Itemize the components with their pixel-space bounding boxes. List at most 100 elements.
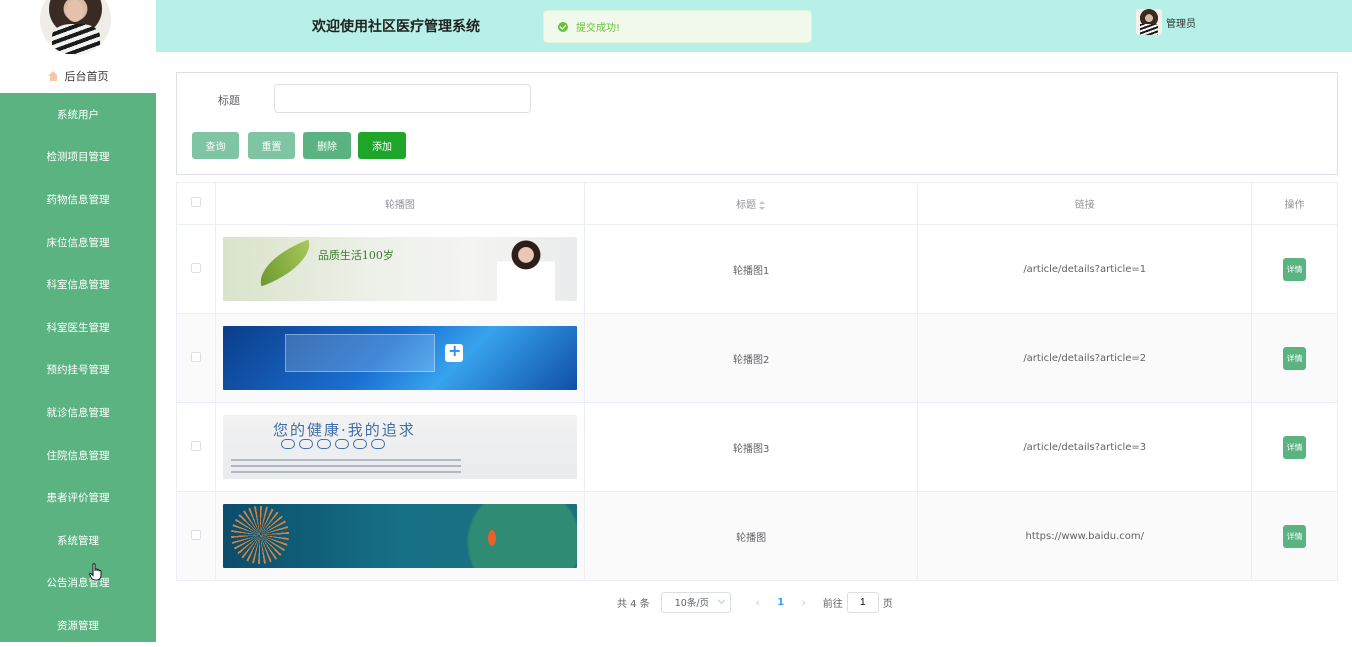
table-row: 轮播图 https://www.baidu.com/ 详情 bbox=[176, 491, 1338, 581]
column-header-link: 链接 bbox=[917, 182, 1253, 225]
table-row: 轮播图2 /article/details?article=2 详情 bbox=[176, 313, 1338, 403]
hand-cursor-icon bbox=[89, 563, 102, 581]
sidebar: 后台首页 系统用户 检测项目管理 药物信息管理 床位信息管理 科室信息管理 科室… bbox=[0, 0, 156, 642]
column-header-image: 轮播图 bbox=[214, 182, 585, 225]
sort-icon[interactable] bbox=[759, 200, 766, 210]
row-select-cell bbox=[176, 491, 216, 581]
title-filter-label: 标题 bbox=[218, 94, 240, 107]
column-header-action: 操作 bbox=[1251, 182, 1338, 225]
banner-badges bbox=[280, 439, 385, 449]
column-header-title[interactable]: 标题 bbox=[583, 182, 919, 225]
next-page-button[interactable]: › bbox=[793, 596, 815, 609]
sidebar-menu: 系统用户 检测项目管理 药物信息管理 床位信息管理 科室信息管理 科室医生管理 … bbox=[0, 93, 156, 642]
sidebar-item-doctors[interactable]: 科室医生管理 bbox=[0, 306, 156, 349]
prev-page-button[interactable]: ‹ bbox=[747, 596, 769, 609]
title-filter-input[interactable] bbox=[274, 84, 531, 113]
action-cell: 详情 bbox=[1251, 491, 1338, 581]
table-row: 品质生活100岁 轮播图1 /article/details?article=1… bbox=[176, 224, 1338, 314]
action-cell: 详情 bbox=[1251, 313, 1338, 403]
link-cell: /article/details?article=1 bbox=[917, 224, 1253, 314]
detail-button[interactable]: 详情 bbox=[1283, 257, 1307, 281]
sidebar-item-test-items[interactable]: 检测项目管理 bbox=[0, 136, 156, 179]
doctor-graphic bbox=[496, 237, 555, 301]
banner-text: 您的健康·我的追求 bbox=[272, 421, 416, 439]
pagination: 共 4 条 10条/页 ‹ 1 › 前往 页 bbox=[617, 591, 893, 613]
title-cell: 轮播图 bbox=[583, 491, 919, 581]
row-checkbox[interactable] bbox=[190, 262, 201, 273]
sidebar-item-announcements[interactable]: 公告消息管理 bbox=[0, 562, 156, 605]
avatar-face bbox=[66, 0, 84, 22]
row-select-cell bbox=[176, 402, 216, 492]
avatar-shirt bbox=[52, 24, 100, 54]
leaf-graphic bbox=[251, 239, 318, 287]
firework-graphic bbox=[230, 506, 289, 564]
banner-body-lines bbox=[230, 459, 461, 473]
sidebar-item-beds[interactable]: 床位信息管理 bbox=[0, 221, 156, 264]
banner-image: 您的健康·我的追求 bbox=[222, 415, 577, 479]
detail-button[interactable]: 详情 bbox=[1283, 524, 1307, 548]
select-all-checkbox[interactable] bbox=[190, 197, 201, 207]
link-cell: /article/details?article=3 bbox=[917, 402, 1253, 492]
home-icon bbox=[47, 71, 59, 81]
title-cell: 轮播图2 bbox=[583, 313, 919, 403]
page-suffix: 页 bbox=[882, 598, 893, 610]
sidebar-item-appointments[interactable]: 预约挂号管理 bbox=[0, 349, 156, 392]
sidebar-item-system[interactable]: 系统管理 bbox=[0, 519, 156, 562]
page-number[interactable]: 1 bbox=[769, 597, 793, 608]
search-panel: 标题 查询 重置 删除 添加 bbox=[176, 72, 1338, 175]
top-header: 欢迎使用社区医疗管理系统 提交成功! 管理员 bbox=[156, 0, 1352, 52]
success-toast: 提交成功! bbox=[543, 10, 812, 43]
sidebar-item-reviews[interactable]: 患者评价管理 bbox=[0, 476, 156, 519]
add-button[interactable]: 添加 bbox=[358, 132, 406, 159]
image-cell bbox=[214, 491, 585, 581]
check-circle-icon bbox=[558, 21, 568, 32]
detail-button[interactable]: 详情 bbox=[1283, 435, 1307, 459]
page-size-select[interactable]: 10条/页 bbox=[660, 591, 731, 613]
action-cell: 详情 bbox=[1251, 224, 1338, 314]
table-row: 您的健康·我的追求 轮播图3 /article/details?article=… bbox=[176, 402, 1338, 492]
link-cell: /article/details?article=2 bbox=[917, 313, 1253, 403]
goto-page-input[interactable] bbox=[846, 591, 879, 613]
image-cell: 品质生活100岁 bbox=[214, 224, 585, 314]
reset-button[interactable]: 重置 bbox=[248, 132, 295, 159]
user-avatar bbox=[1136, 9, 1162, 35]
banner-text: 品质生活100岁 bbox=[317, 249, 394, 262]
select-all-cell bbox=[176, 182, 216, 225]
carousel-table: 轮播图 标题 链接 操作 品质生活100岁 轮播图1 /article/deta… bbox=[176, 182, 1338, 581]
row-checkbox[interactable] bbox=[190, 351, 201, 362]
table-header-row: 轮播图 标题 链接 操作 bbox=[176, 182, 1338, 225]
medical-cross-icon bbox=[444, 341, 463, 362]
row-select-cell bbox=[176, 313, 216, 403]
sidebar-item-departments[interactable]: 科室信息管理 bbox=[0, 263, 156, 306]
boat-graphic bbox=[487, 530, 496, 546]
detail-button[interactable]: 详情 bbox=[1283, 346, 1307, 370]
sidebar-item-hospitalization[interactable]: 住院信息管理 bbox=[0, 434, 156, 477]
sidebar-item-system-users[interactable]: 系统用户 bbox=[0, 93, 156, 136]
banner-image bbox=[222, 504, 577, 568]
link-cell: https://www.baidu.com/ bbox=[917, 491, 1253, 581]
goto-label: 前往 bbox=[822, 598, 843, 610]
sidebar-item-resources[interactable]: 资源管理 bbox=[0, 604, 156, 647]
title-cell: 轮播图1 bbox=[583, 224, 919, 314]
page-size-value: 10条/页 bbox=[674, 598, 710, 609]
sidebar-home[interactable]: 后台首页 bbox=[0, 62, 156, 90]
sidebar-item-medicine[interactable]: 药物信息管理 bbox=[0, 178, 156, 221]
image-cell: 您的健康·我的追求 bbox=[214, 402, 585, 492]
page-title: 欢迎使用社区医疗管理系统 bbox=[312, 19, 480, 35]
banner-image: 品质生活100岁 bbox=[222, 237, 577, 301]
title-cell: 轮播图3 bbox=[583, 402, 919, 492]
total-count: 共 4 条 bbox=[617, 598, 650, 610]
user-menu[interactable]: 管理员 bbox=[1136, 9, 1196, 35]
row-checkbox[interactable] bbox=[190, 440, 201, 451]
query-button[interactable]: 查询 bbox=[192, 132, 239, 159]
tech-panel-graphic bbox=[284, 334, 435, 372]
row-select-cell bbox=[176, 224, 216, 314]
column-header-title-label: 标题 bbox=[736, 200, 757, 211]
chevron-down-icon bbox=[717, 596, 725, 605]
sidebar-home-label: 后台首页 bbox=[64, 70, 109, 83]
sidebar-item-visits[interactable]: 就诊信息管理 bbox=[0, 391, 156, 434]
delete-button[interactable]: 删除 bbox=[303, 132, 351, 159]
row-checkbox[interactable] bbox=[190, 529, 201, 540]
action-cell: 详情 bbox=[1251, 402, 1338, 492]
banner-image bbox=[222, 326, 577, 390]
